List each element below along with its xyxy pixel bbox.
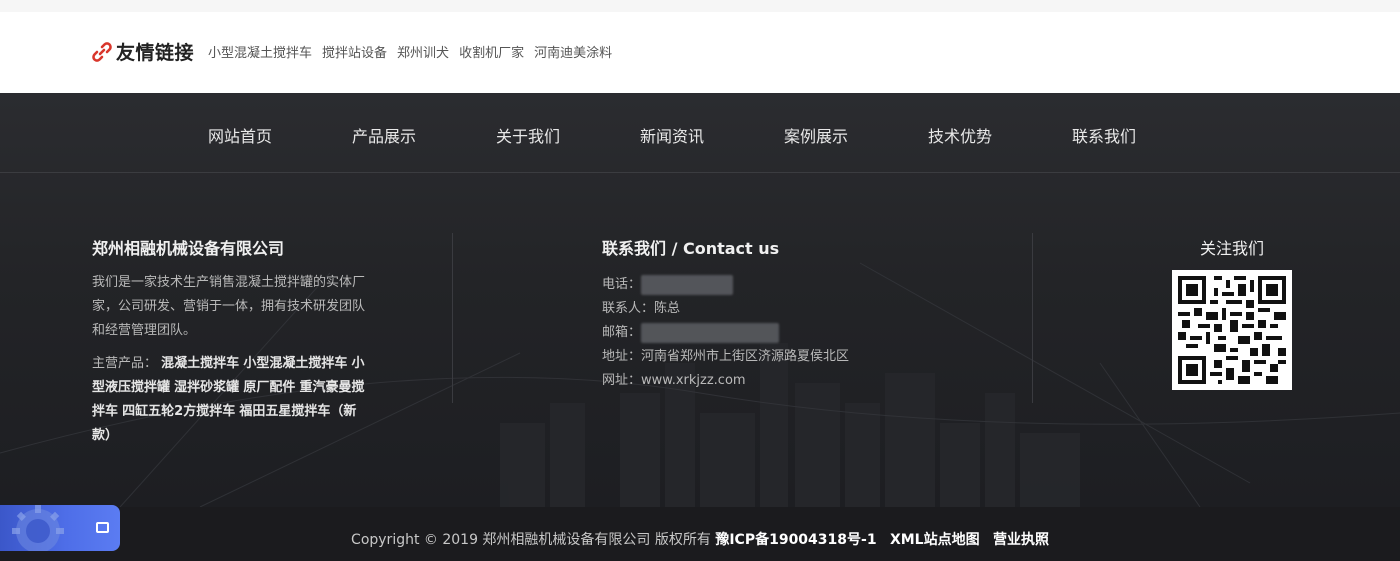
icp-link[interactable]: 豫ICP备19004318号-1 (715, 532, 876, 548)
email-label: 邮箱： (602, 325, 642, 340)
email-redacted (641, 323, 780, 343)
friend-link[interactable]: 收割机厂家 (459, 42, 524, 61)
sitemap-link[interactable]: XML站点地图 (890, 532, 980, 548)
friend-link[interactable]: 小型混凝土搅拌车 (208, 42, 312, 61)
copyright-bar: Copyright © 2019 郑州相融机械设备有限公司 版权所有 豫ICP备… (0, 507, 1400, 561)
friend-links-list: 小型混凝土搅拌车 搅拌站设备 郑州训犬 收割机厂家 河南迪美涂料 (208, 42, 612, 61)
friend-link[interactable]: 河南迪美涂料 (534, 42, 612, 61)
copyright-line: Copyright © 2019 郑州相融机械设备有限公司 版权所有 豫ICP备… (0, 529, 1400, 549)
phone-label: 电话： (602, 277, 642, 292)
contact-info: 电话： 联系人： 陈总 邮箱： 地址： 河南省郑州市上街区济源路夏侯北区 网址：… (602, 273, 849, 393)
contact-website: 网址： www.xrkjzz.com (602, 369, 849, 393)
top-strip (0, 0, 1400, 12)
product-link[interactable]: 小型混凝土搅拌车 (243, 356, 347, 371)
company-title: 郑州相融机械设备有限公司 (92, 239, 285, 258)
contact-title: 联系我们 / Contact us (602, 239, 780, 258)
link-icon (92, 41, 112, 63)
friend-links: 友情链接 小型混凝土搅拌车 搅拌站设备 郑州训犬 收割机厂家 河南迪美涂料 (92, 38, 612, 65)
copyright-text: Copyright © 2019 郑州相融机械设备有限公司 版权所有 (351, 532, 711, 548)
website-label: 网址： (602, 373, 642, 388)
nav-technology[interactable]: 技术优势 (928, 123, 992, 147)
column-divider (452, 233, 453, 403)
nav-about[interactable]: 关于我们 (496, 123, 560, 147)
friend-link[interactable]: 搅拌站设备 (322, 42, 387, 61)
license-link[interactable]: 营业执照 (993, 532, 1049, 548)
website-link[interactable]: www.xrkjzz.com (641, 369, 746, 393)
product-link[interactable]: 四缸五轮2方搅拌车 (122, 404, 235, 419)
product-link[interactable]: 混凝土搅拌车 (161, 356, 239, 371)
company-products: 主营产品： 混凝土搅拌车 小型混凝土搅拌车 小型液压搅拌罐 湿拌砂浆罐 原厂配件… (92, 352, 367, 448)
phone-redacted (641, 275, 734, 295)
contact-email: 邮箱： (602, 321, 849, 345)
friend-link[interactable]: 郑州训犬 (397, 42, 449, 61)
products-label: 主营产品： (92, 356, 158, 371)
footer-nav: 网站首页 产品展示 关于我们 新闻资讯 案例展示 技术优势 联系我们 (0, 93, 1400, 173)
contact-phone: 电话： (602, 273, 849, 297)
qr-code-icon (1172, 270, 1292, 390)
contact-address: 地址： 河南省郑州市上街区济源路夏侯北区 (602, 345, 849, 369)
follow-title: 关注我们 (1200, 239, 1265, 258)
floating-chat-widget[interactable] (0, 505, 120, 551)
company-description: 我们是一家技术生产销售混凝土搅拌罐的实体厂家，公司研发、营销于一体，拥有技术研发… (92, 275, 366, 338)
friend-links-title: 友情链接 (116, 42, 195, 64)
column-divider (1032, 233, 1033, 403)
site-footer: 网站首页 产品展示 关于我们 新闻资讯 案例展示 技术优势 联系我们 郑州相融机… (0, 93, 1400, 507)
nav-contact[interactable]: 联系我们 (1072, 123, 1136, 147)
product-link[interactable]: 原厂配件 (243, 380, 295, 395)
contact-person: 联系人： 陈总 (602, 297, 849, 321)
person-value: 陈总 (654, 301, 681, 316)
address-value: 河南省郑州市上街区济源路夏侯北区 (641, 349, 850, 364)
address-label: 地址： (602, 349, 642, 364)
person-label: 联系人： (602, 301, 655, 316)
product-link[interactable]: 湿拌砂浆罐 (174, 380, 239, 395)
nav-home[interactable]: 网站首页 (208, 123, 272, 147)
nav-news[interactable]: 新闻资讯 (640, 123, 704, 147)
chat-icon[interactable] (96, 522, 109, 533)
gear-decoration-icon (12, 505, 64, 551)
friend-links-bar: 友情链接 小型混凝土搅拌车 搅拌站设备 郑州训犬 收割机厂家 河南迪美涂料 (0, 12, 1400, 93)
nav-cases[interactable]: 案例展示 (784, 123, 848, 147)
nav-products[interactable]: 产品展示 (352, 123, 416, 147)
